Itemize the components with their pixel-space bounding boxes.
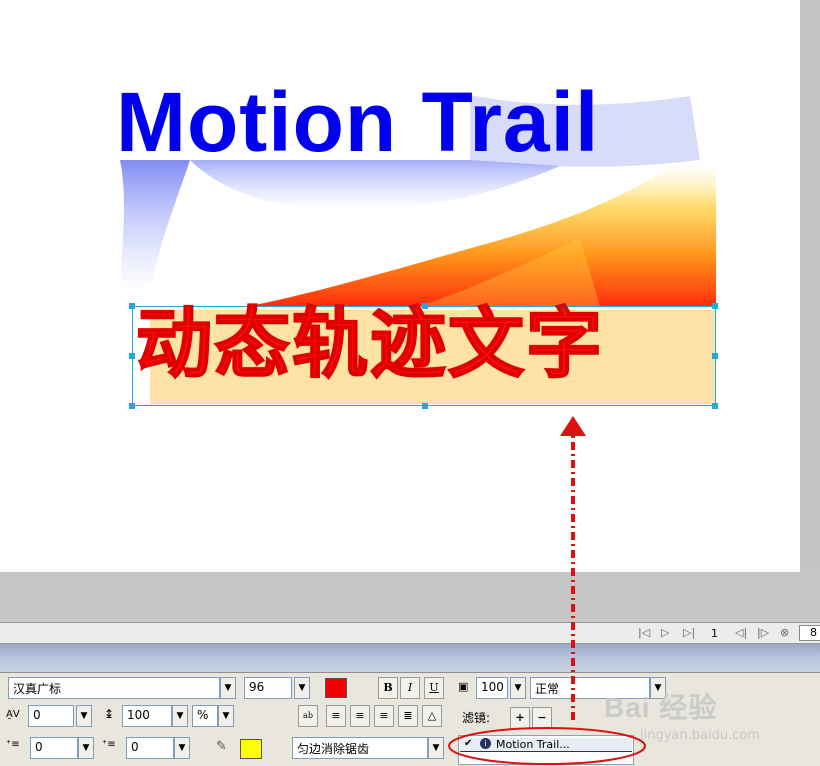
screenshot: Motion Trail 动态轨迹文字 |◁ ▷ ▷| 1 ◁| |▷ ⊗ 8 … [0, 0, 820, 766]
resize-handle-bc[interactable] [422, 403, 428, 409]
first-frame-icon[interactable]: |◁ [638, 626, 650, 639]
info-icon: i [480, 738, 491, 749]
pasteboard [0, 572, 820, 622]
last-frame-icon[interactable]: ▷| [683, 626, 695, 639]
resize-handle-tl[interactable] [129, 303, 135, 309]
pencil-icon[interactable]: ✎ [216, 739, 227, 754]
chevron-down-icon[interactable]: ▼ [218, 705, 234, 727]
line-spacing-icon: ↨ [104, 707, 115, 721]
chevron-down-icon[interactable]: ▼ [78, 737, 94, 759]
italic-button[interactable]: I [400, 677, 420, 699]
timeline-controls: |◁ ▷ ▷| 1 ◁| |▷ ⊗ 8 [0, 622, 820, 644]
remove-filter-button[interactable]: − [532, 707, 552, 729]
resize-handle-bl[interactable] [129, 403, 135, 409]
letter-spacing-icon: A̱V [6, 709, 20, 720]
font-size-field[interactable]: 96 [244, 677, 292, 699]
canvas-area[interactable]: Motion Trail 动态轨迹文字 [0, 0, 800, 572]
resize-handle-br[interactable] [712, 403, 718, 409]
highlight-color-swatch[interactable] [240, 739, 262, 759]
filter-name: Motion Trail... [496, 738, 570, 751]
indent-field[interactable]: 0 [30, 737, 78, 759]
underline-button[interactable]: U [424, 677, 444, 699]
chevron-down-icon[interactable]: ▼ [294, 677, 310, 699]
title-english: Motion Trail [116, 75, 600, 169]
prev-icon[interactable]: ◁| [735, 626, 747, 639]
baidu-logo: Bai 经验 [604, 692, 718, 723]
indent-after-icon: ⁺≡ [102, 739, 116, 750]
chevron-down-icon[interactable]: ▼ [428, 737, 444, 759]
align-right-icon[interactable]: ≡ [374, 705, 394, 727]
letter-spacing-field[interactable]: 0 [28, 705, 74, 727]
resize-handle-tr[interactable] [712, 303, 718, 309]
filters-label: 滤镜: [462, 711, 491, 725]
text-color-swatch[interactable] [325, 678, 347, 698]
add-filter-button[interactable]: + [510, 707, 530, 729]
opacity-field[interactable]: 100 [476, 677, 508, 699]
align-center-icon[interactable]: ≡ [350, 705, 370, 727]
frame-number: 1 [711, 627, 718, 640]
chevron-down-icon[interactable]: ▼ [220, 677, 236, 699]
indent-icon: ⁺≡ [6, 739, 20, 750]
checkmark-icon[interactable]: ✔ [464, 738, 472, 749]
text-direction-icon[interactable]: ab [298, 705, 318, 727]
canvas-gutter [800, 0, 820, 572]
zoom-field[interactable]: 8 [799, 625, 820, 641]
play-icon[interactable]: ▷ [661, 626, 669, 639]
baidu-watermark: Bai 经验 [604, 686, 717, 726]
panel-header-bar [0, 644, 820, 672]
align-left-icon[interactable]: ≡ [326, 705, 346, 727]
chevron-down-icon[interactable]: ▼ [76, 705, 92, 727]
filter-row[interactable]: ✔ i Motion Trail... [460, 738, 632, 752]
watermark-url: jingyan.baidu.com [640, 728, 760, 743]
resize-handle-mr[interactable] [712, 353, 718, 359]
filter-list[interactable]: ✔ i Motion Trail... [458, 735, 634, 765]
justify-icon[interactable]: ≣ [398, 705, 418, 727]
line-spacing-unit-select[interactable]: % [192, 705, 218, 727]
indent-after-field[interactable]: 0 [126, 737, 174, 759]
opacity-icon: ▣ [458, 680, 469, 693]
justify-all-icon[interactable]: △ [422, 705, 442, 727]
antialias-select[interactable]: 匀边消除锯齿 [292, 737, 428, 759]
chevron-down-icon[interactable]: ▼ [510, 677, 526, 699]
bold-button[interactable]: B [378, 677, 398, 699]
resize-handle-ml[interactable] [129, 353, 135, 359]
chevron-down-icon[interactable]: ▼ [172, 705, 188, 727]
loop-icon[interactable]: ⊗ [780, 626, 789, 639]
title-chinese[interactable]: 动态轨迹文字 [135, 305, 604, 383]
chevron-down-icon[interactable]: ▼ [174, 737, 190, 759]
font-family-select[interactable]: 汉真广标 [8, 677, 220, 699]
next-icon[interactable]: |▷ [757, 626, 769, 639]
line-spacing-field[interactable]: 100 [122, 705, 172, 727]
